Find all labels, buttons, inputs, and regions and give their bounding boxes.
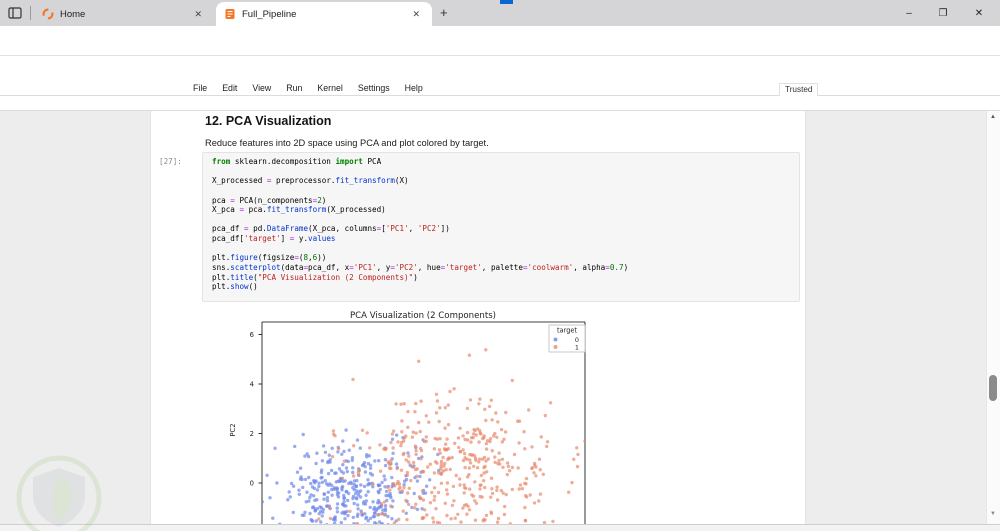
watermark-logo bbox=[16, 455, 102, 531]
tab-separator bbox=[30, 6, 31, 20]
menu-edit[interactable]: Edit bbox=[220, 83, 239, 93]
section-description: Reduce features into 2D space using PCA … bbox=[205, 138, 489, 148]
code-line: plt.show() bbox=[212, 282, 258, 292]
close-tab-icon[interactable]: ✕ bbox=[408, 7, 424, 22]
code-line: X_pca = pca.fit_transform(X_processed) bbox=[212, 205, 386, 215]
menu-kernel[interactable]: Kernel bbox=[315, 83, 344, 93]
menu-settings[interactable]: Settings bbox=[356, 83, 392, 93]
menu-help[interactable]: Help bbox=[403, 83, 425, 93]
output-figure: PCA Visualization (2 Components) 0 2 4 6 PC… bbox=[222, 308, 622, 524]
svg-text:6: 6 bbox=[250, 331, 254, 339]
menu-view[interactable]: View bbox=[250, 83, 273, 93]
svg-text:1: 1 bbox=[575, 344, 579, 352]
svg-text:4: 4 bbox=[250, 380, 254, 388]
code-line: plt.figure(figsize=(8,6)) bbox=[212, 253, 327, 263]
svg-text:target: target bbox=[557, 327, 577, 335]
section-heading: 12. PCA Visualization bbox=[205, 114, 332, 128]
vertical-scrollbar[interactable] bbox=[986, 111, 1000, 524]
tab-actions-icon[interactable] bbox=[8, 6, 22, 20]
chart-title: PCA Visualization (2 Components) bbox=[350, 311, 496, 321]
execution-count: [27]: bbox=[159, 157, 182, 166]
new-tab-button[interactable]: + bbox=[440, 5, 448, 20]
y-axis-ticks: 0 2 4 6 bbox=[250, 331, 262, 487]
code-line: pca_df['target'] = y.values bbox=[212, 234, 336, 244]
pca-scatter-chart: PCA Visualization (2 Components) 0 2 4 6 PC… bbox=[229, 311, 586, 524]
svg-text:2: 2 bbox=[250, 430, 254, 438]
jupyter-toolbar: + ✂ ▶ ■ ↻ ▶▶ Markdown ⌄ JupyterLab Pytho… bbox=[0, 96, 1000, 205]
horizontal-scrollbar[interactable] bbox=[0, 524, 1000, 531]
vertical-scrollbar-thumb[interactable] bbox=[989, 375, 997, 401]
code-editor[interactable]: from sklearn.decomposition import PCA X_p… bbox=[212, 157, 798, 292]
code-line: sns.scatterplot(data=pca_df, x='PC1', y=… bbox=[212, 263, 629, 273]
code-line: pca = PCA(n_components=2) bbox=[212, 195, 327, 205]
jupyter-menubar bbox=[0, 82, 1000, 96]
browser-titlebar: Home ✕ Full_Pipeline ✕ + – ❐ ✕ bbox=[0, 0, 1000, 26]
tab-strip-accent bbox=[500, 0, 513, 4]
svg-text:0: 0 bbox=[250, 479, 254, 487]
jupyter-header: jupyter Full_Pipeline Last Checkpoint: 2… bbox=[0, 56, 1000, 131]
chart-legend: target 0 1 bbox=[548, 324, 586, 353]
tab-full-pipeline-active[interactable]: Full_Pipeline ✕ bbox=[216, 2, 432, 26]
scatter-points bbox=[262, 348, 585, 524]
code-line: plt.title("PCA Visualization (2 Componen… bbox=[212, 272, 418, 282]
browser-addressbar: ← ↻ i localhost:8888/notebooks/Sprints/F… bbox=[0, 26, 1000, 78]
window-minimize-button[interactable]: – bbox=[892, 0, 926, 26]
menu-run[interactable]: Run bbox=[284, 83, 304, 93]
scroll-down-icon[interactable]: ▼ bbox=[990, 511, 996, 517]
close-tab-icon[interactable]: ✕ bbox=[190, 7, 206, 22]
window-close-button[interactable]: ✕ bbox=[962, 0, 996, 26]
tab-home[interactable]: Home ✕ bbox=[34, 2, 214, 26]
menu-file[interactable]: File bbox=[191, 83, 209, 93]
code-line: from sklearn.decomposition import PCA bbox=[212, 157, 382, 166]
trusted-badge: Trusted bbox=[779, 83, 819, 96]
scroll-up-icon[interactable]: ▲ bbox=[990, 114, 996, 120]
code-line: pca_df = pd.DataFrame(X_pca, columns=['P… bbox=[212, 224, 450, 234]
jupyter-favicon bbox=[42, 8, 54, 20]
y-axis-label: PC2 bbox=[229, 423, 237, 436]
tab-label: Full_Pipeline bbox=[242, 8, 297, 20]
tab-label: Home bbox=[60, 8, 86, 20]
menu-items: File Edit View Run Kernel Settings Help bbox=[191, 83, 425, 93]
notebook-favicon bbox=[225, 9, 235, 19]
window-restore-button[interactable]: ❐ bbox=[926, 0, 960, 26]
code-line: X_processed = preprocessor.fit_transform… bbox=[212, 176, 409, 186]
